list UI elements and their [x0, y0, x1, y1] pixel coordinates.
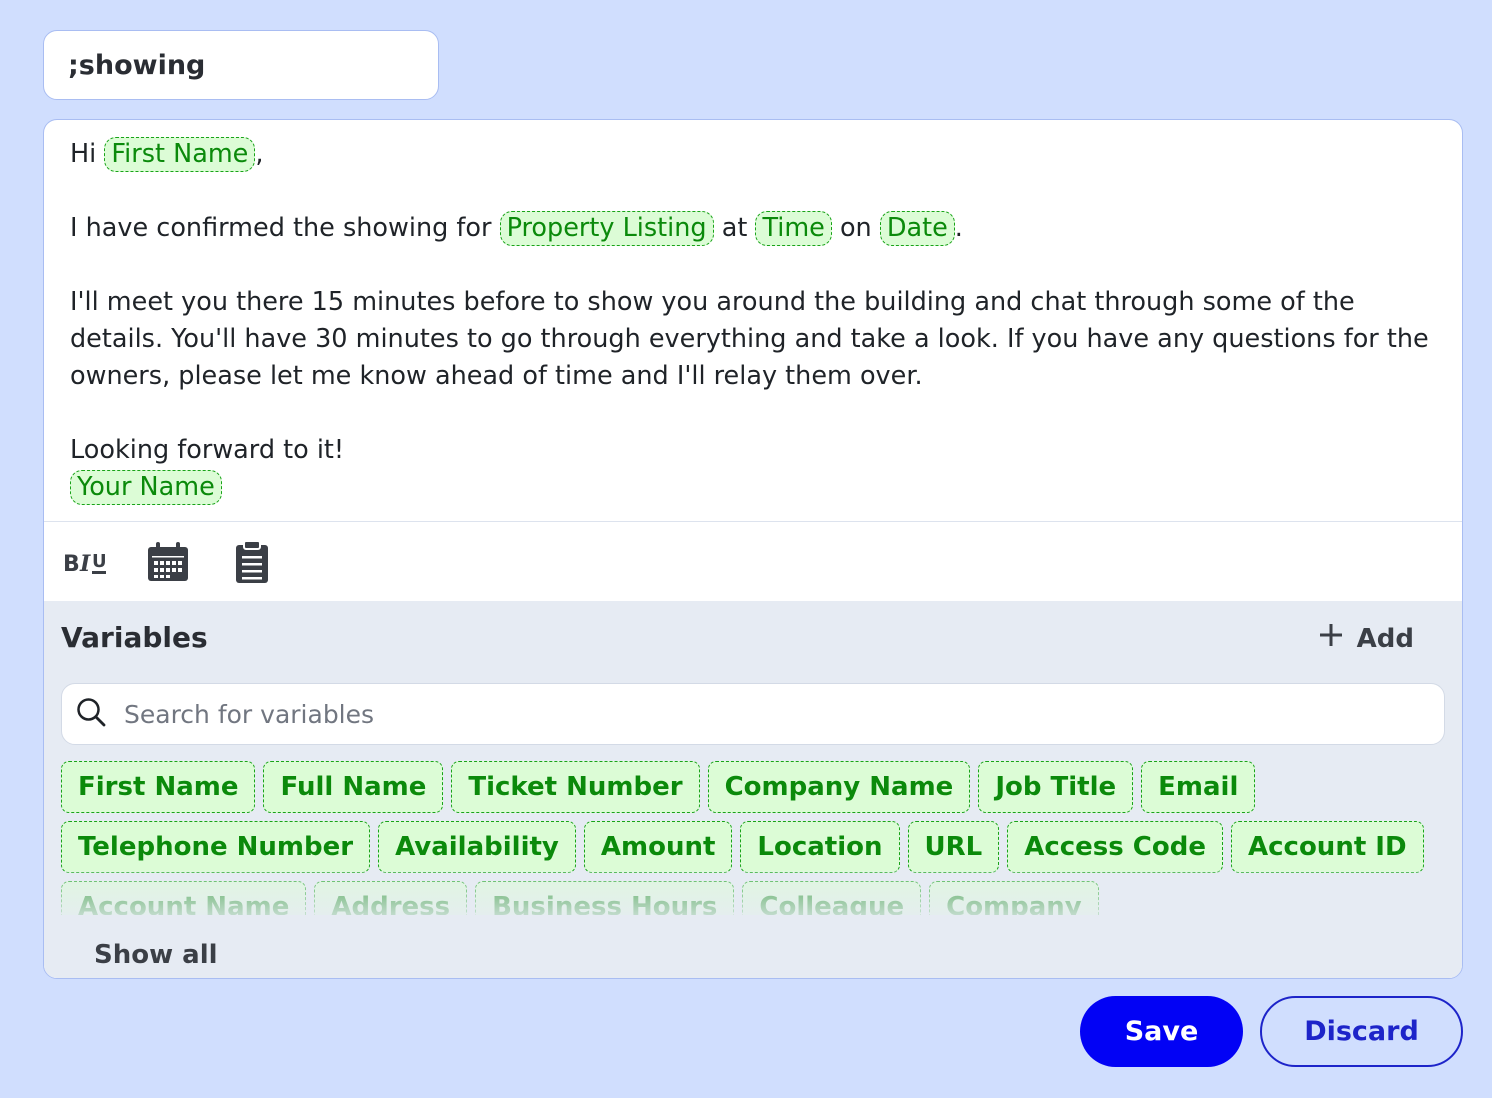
- variable-chip[interactable]: Telephone Number: [61, 821, 371, 873]
- search-input[interactable]: [122, 698, 1366, 730]
- variable-chip[interactable]: Job Title: [978, 761, 1134, 813]
- variable-chip[interactable]: Address: [314, 881, 468, 915]
- variable-chip[interactable]: Business Hours: [475, 881, 735, 915]
- confirmation-line: I have confirmed the showing for Propert…: [70, 210, 1440, 247]
- variable-chip[interactable]: URL: [907, 821, 1000, 873]
- bold-italic-underline-icon[interactable]: B I U: [62, 546, 112, 584]
- variable-chip[interactable]: Amount: [583, 821, 733, 873]
- variable-row: Account Name Address Business Hours Coll…: [61, 881, 1451, 915]
- variable-chip[interactable]: Email: [1141, 761, 1256, 813]
- confirmation-text-d: .: [954, 213, 963, 243]
- variable-row: First Name Full Name Ticket Number Compa…: [61, 761, 1451, 813]
- variable-chip[interactable]: Account ID: [1231, 821, 1424, 873]
- variable-chip[interactable]: Access Code: [1007, 821, 1223, 873]
- variable-row: Telephone Number Availability Amount Loc…: [61, 821, 1451, 873]
- confirmation-text-b: at: [721, 213, 748, 243]
- variable-chip[interactable]: Company Name: [707, 761, 971, 813]
- variable-chip[interactable]: First Name: [61, 761, 256, 813]
- add-variable-button[interactable]: Add: [1319, 623, 1414, 654]
- variable-chip[interactable]: Company: [929, 881, 1099, 915]
- details-paragraph: I'll meet you there 15 minutes before to…: [70, 287, 1429, 391]
- save-button[interactable]: Save: [1080, 996, 1243, 1067]
- message-body[interactable]: Hi First Name, I have confirmed the show…: [70, 136, 1440, 506]
- search-icon: [76, 697, 106, 731]
- svg-text:B: B: [63, 552, 80, 577]
- variable-search-field[interactable]: [61, 683, 1445, 745]
- variable-chip[interactable]: Availability: [378, 821, 576, 873]
- clipboard-icon[interactable]: [234, 540, 270, 588]
- variable-chip-property-listing[interactable]: Property Listing: [499, 211, 714, 246]
- discard-button[interactable]: Discard: [1260, 996, 1463, 1067]
- variable-chip-your-name[interactable]: Your Name: [70, 470, 222, 505]
- variables-title: Variables: [61, 621, 208, 654]
- variable-chip-list: First Name Full Name Ticket Number Compa…: [61, 761, 1451, 915]
- greeting-line: Hi First Name,: [70, 136, 1440, 173]
- variable-chip[interactable]: Colleague: [742, 881, 922, 915]
- message-editor[interactable]: Hi First Name, I have confirmed the show…: [43, 119, 1463, 979]
- variable-chip[interactable]: Location: [740, 821, 900, 873]
- calendar-icon[interactable]: [147, 542, 189, 586]
- variable-chip-date[interactable]: Date: [879, 211, 955, 246]
- closing-line: Looking forward to it!: [70, 435, 345, 465]
- greeting-suffix: ,: [255, 139, 264, 169]
- variable-chip[interactable]: Account Name: [61, 881, 307, 915]
- variable-chip[interactable]: Full Name: [263, 761, 444, 813]
- add-variable-label: Add: [1356, 623, 1414, 654]
- shortcut-input[interactable]: ;showing: [43, 30, 439, 100]
- variable-chip-first-name[interactable]: First Name: [104, 137, 256, 172]
- variable-chip-time[interactable]: Time: [755, 211, 832, 246]
- variable-chip[interactable]: Ticket Number: [451, 761, 700, 813]
- signature-line: Your Name: [70, 469, 1440, 506]
- editor-toolbar: B I U: [44, 521, 1462, 602]
- svg-text:U: U: [92, 551, 107, 572]
- variables-panel: Variables Add First Name Full Name Ticke…: [44, 601, 1462, 978]
- confirmation-text-c: on: [839, 213, 872, 243]
- show-all-link[interactable]: Show all: [94, 940, 218, 970]
- confirmation-text-a: I have confirmed the showing for: [70, 213, 492, 243]
- plus-icon: [1319, 623, 1343, 654]
- svg-text:I: I: [79, 551, 91, 577]
- greeting-prefix: Hi: [70, 139, 97, 169]
